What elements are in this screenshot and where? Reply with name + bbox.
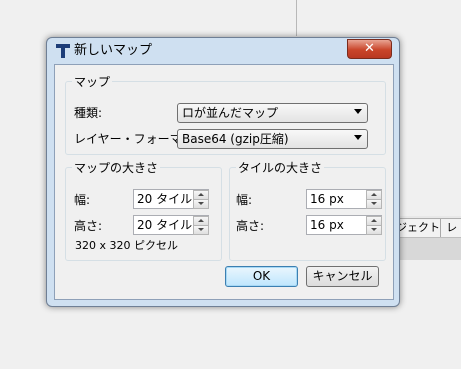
tiled-app-icon — [56, 44, 70, 58]
map-group-legend: マップ — [74, 75, 111, 89]
ok-button[interactable]: OK — [225, 266, 298, 287]
map-width-value: 20 タイル — [137, 192, 193, 206]
map-type-select[interactable]: ロが並んだマップ — [177, 103, 368, 123]
map-type-label: 種類: — [74, 106, 103, 120]
tile-height-spinbox[interactable]: 16 px — [306, 215, 382, 235]
layer-format-select[interactable]: Base64 (gzip圧縮) — [177, 129, 368, 149]
tile-height-value: 16 px — [310, 218, 344, 232]
tile-height-label: 高さ: — [236, 219, 265, 233]
dialog-client-area: マップ 種類: ロが並んだマップ レイヤー・フォーマット: Base64 (gz… — [54, 64, 394, 300]
map-size-legend: マップの大きさ — [74, 161, 159, 175]
cancel-button[interactable]: キャンセル — [306, 266, 379, 287]
new-map-dialog: 新しいマップ ✕ マップ 種類: ロが並んだマップ レイヤー・フォーマット: B… — [46, 37, 400, 307]
chevron-down-icon — [354, 109, 362, 114]
spin-down-icon[interactable] — [366, 199, 382, 209]
map-height-label: 高さ: — [74, 219, 103, 233]
tile-width-label: 幅: — [236, 193, 253, 207]
spin-down-icon[interactable] — [193, 225, 209, 235]
dialog-titlebar[interactable]: 新しいマップ ✕ — [47, 38, 399, 64]
tile-size-legend: タイルの大きさ — [238, 161, 323, 175]
close-button[interactable]: ✕ — [347, 39, 392, 59]
map-width-label: 幅: — [74, 193, 91, 207]
background-divider — [296, 0, 297, 36]
tile-width-value: 16 px — [310, 192, 344, 206]
spin-down-icon[interactable] — [366, 225, 382, 235]
tile-width-spinbox[interactable]: 16 px — [306, 189, 382, 209]
chevron-down-icon — [354, 135, 362, 140]
map-width-spinbox[interactable]: 20 タイル — [133, 189, 209, 209]
background-tab-bar: ジェクト レ — [390, 218, 461, 237]
dialog-title: 新しいマップ — [74, 43, 153, 58]
map-height-value: 20 タイル — [137, 218, 193, 232]
layer-format-value: Base64 (gzip圧縮) — [182, 132, 289, 146]
spin-down-icon[interactable] — [193, 199, 209, 209]
background-tab-layers[interactable]: レ — [440, 219, 461, 237]
map-type-value: ロが並んだマップ — [182, 106, 279, 120]
tile-size-group: タイルの大きさ — [229, 159, 386, 261]
map-height-spinbox[interactable]: 20 タイル — [133, 215, 209, 235]
map-pixel-size-info: 320 x 320 ピクセル — [75, 239, 178, 252]
background-strip — [390, 237, 461, 260]
close-icon: ✕ — [364, 41, 375, 56]
